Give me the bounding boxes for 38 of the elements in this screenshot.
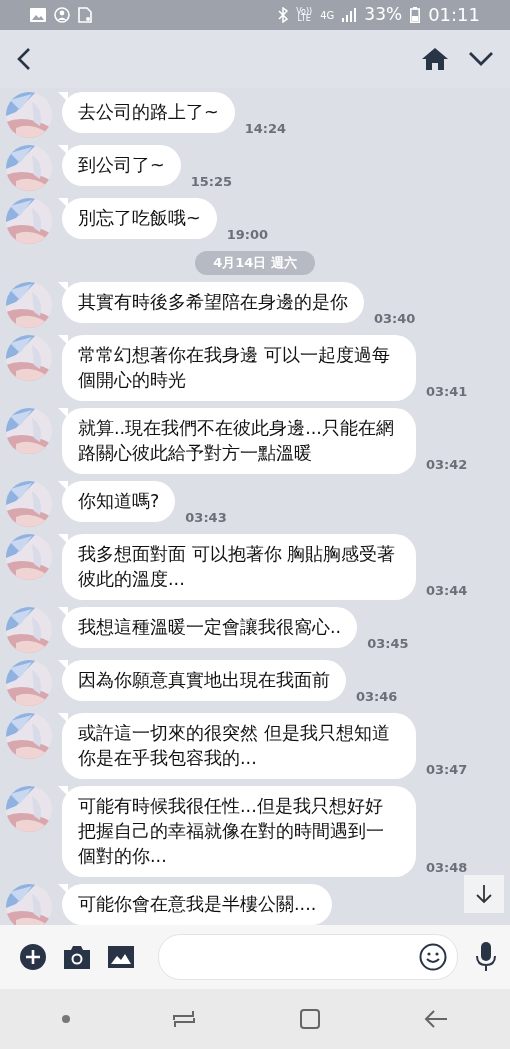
home-button[interactable] (422, 48, 448, 70)
file-icon (78, 7, 92, 23)
emoji-icon[interactable] (419, 943, 447, 971)
camera-button[interactable] (64, 945, 90, 969)
battery-percent: 33% (364, 7, 403, 23)
message-input[interactable] (158, 934, 458, 980)
message-time: 14:24 (244, 121, 287, 136)
date-divider: 4月14日 週六 (195, 251, 315, 275)
signal-icon (342, 8, 357, 22)
message-time: 03:44 (426, 583, 468, 598)
message-time: 03:46 (356, 689, 398, 704)
message-time: 19:00 (226, 227, 269, 242)
image-icon (30, 8, 46, 22)
person-icon (54, 7, 70, 23)
message-time: 03:40 (374, 311, 416, 326)
home-nav-button[interactable] (298, 1008, 321, 1030)
message-time: 03:43 (185, 510, 227, 525)
battery-icon (410, 7, 421, 23)
message-time: 03:41 (426, 384, 468, 399)
recent-apps-button[interactable] (173, 1008, 196, 1030)
dot-icon[interactable] (61, 1015, 70, 1023)
message-time: 03:42 (426, 457, 468, 472)
bluetooth-icon (278, 7, 289, 23)
arrow-down-icon[interactable] (475, 884, 493, 904)
back-button[interactable] (16, 47, 32, 71)
add-button[interactable] (20, 944, 46, 970)
gallery-button[interactable] (108, 946, 134, 968)
message-time: 03:48 (426, 860, 468, 875)
clock: 01:11 (428, 6, 480, 24)
microphone-button[interactable] (476, 942, 496, 972)
message-time: 15:25 (190, 174, 233, 189)
network-label: 4G (320, 10, 335, 20)
expand-button[interactable] (468, 51, 494, 67)
scroll-down-button[interactable] (464, 875, 504, 913)
volte-label: Vo)) LTE (296, 7, 313, 23)
message-time: 03:47 (426, 762, 468, 777)
back-nav-button[interactable] (424, 1009, 449, 1029)
message-time: 03:45 (367, 636, 409, 651)
